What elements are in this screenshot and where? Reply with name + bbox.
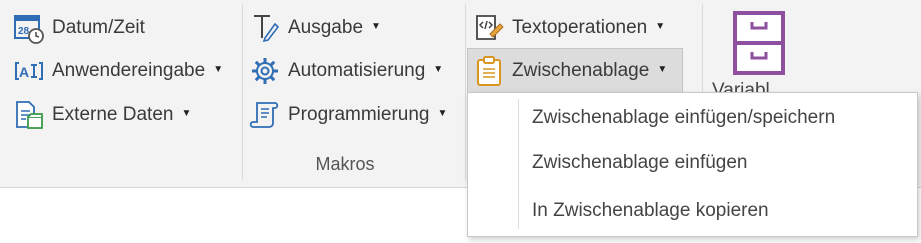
chevron-down-icon: ▼	[655, 20, 666, 32]
programmierung-label: Programmierung	[288, 104, 430, 125]
datum-zeit-button[interactable]: 28 Datum/Zeit	[8, 10, 149, 46]
menu-item-zwischenablage-einfuegen-speichern[interactable]: Zwischenablage einfügen/speichern	[532, 107, 835, 129]
chevron-down-icon: ▼	[181, 107, 192, 119]
externe-daten-button[interactable]: Externe Daten ▼	[8, 97, 195, 133]
group-label-makros: Makros	[315, 154, 375, 174]
chevron-down-icon: ▼	[433, 63, 444, 75]
textoperationen-button[interactable]: Textoperationen ▼	[468, 10, 669, 46]
ausgabe-label: Ausgabe	[288, 17, 364, 38]
text-input-icon: A	[12, 54, 46, 88]
calendar-clock-icon: 28	[12, 11, 46, 45]
clipboard-icon	[472, 54, 506, 88]
chevron-down-icon: ▼	[371, 20, 381, 32]
datum-zeit-label: Datum/Zeit	[52, 17, 145, 38]
svg-text:28: 28	[18, 26, 30, 37]
automatisierung-button[interactable]: Automatisierung ▼	[244, 53, 447, 89]
ausgabe-button[interactable]: Ausgabe ▼	[244, 10, 385, 46]
programmierung-button[interactable]: Programmierung ▼	[244, 97, 451, 133]
anwendereingabe-label: Anwendereingabe	[52, 60, 206, 81]
external-data-icon	[12, 98, 46, 132]
file-cabinet-icon	[732, 10, 786, 81]
chevron-down-icon: ▼	[437, 107, 448, 119]
chevron-down-icon: ▼	[213, 63, 224, 75]
zwischenablage-label: Zwischenablage	[512, 60, 650, 81]
separator	[465, 4, 466, 180]
menu-item-zwischenablage-einfuegen[interactable]: Zwischenablage einfügen	[532, 152, 748, 174]
menu-gutter	[518, 99, 519, 229]
svg-text:A: A	[19, 64, 29, 80]
zwischenablage-dropdown-menu: Zwischenablage einfügen/speichern Zwisch…	[467, 92, 918, 237]
menu-item-in-zwischenablage-kopieren[interactable]: In Zwischenablage kopieren	[532, 200, 769, 222]
gear-icon	[248, 54, 282, 88]
anwendereingabe-button[interactable]: A Anwendereingabe ▼	[8, 53, 227, 89]
textoperationen-label: Textoperationen	[512, 17, 648, 38]
code-document-icon	[472, 11, 506, 45]
zwischenablage-button[interactable]: Zwischenablage ▼	[467, 48, 683, 93]
chevron-down-icon: ▼	[657, 63, 668, 75]
externe-daten-label: Externe Daten	[52, 104, 174, 125]
script-scroll-icon	[248, 98, 282, 132]
text-output-icon	[248, 11, 282, 45]
automatisierung-label: Automatisierung	[288, 60, 426, 81]
